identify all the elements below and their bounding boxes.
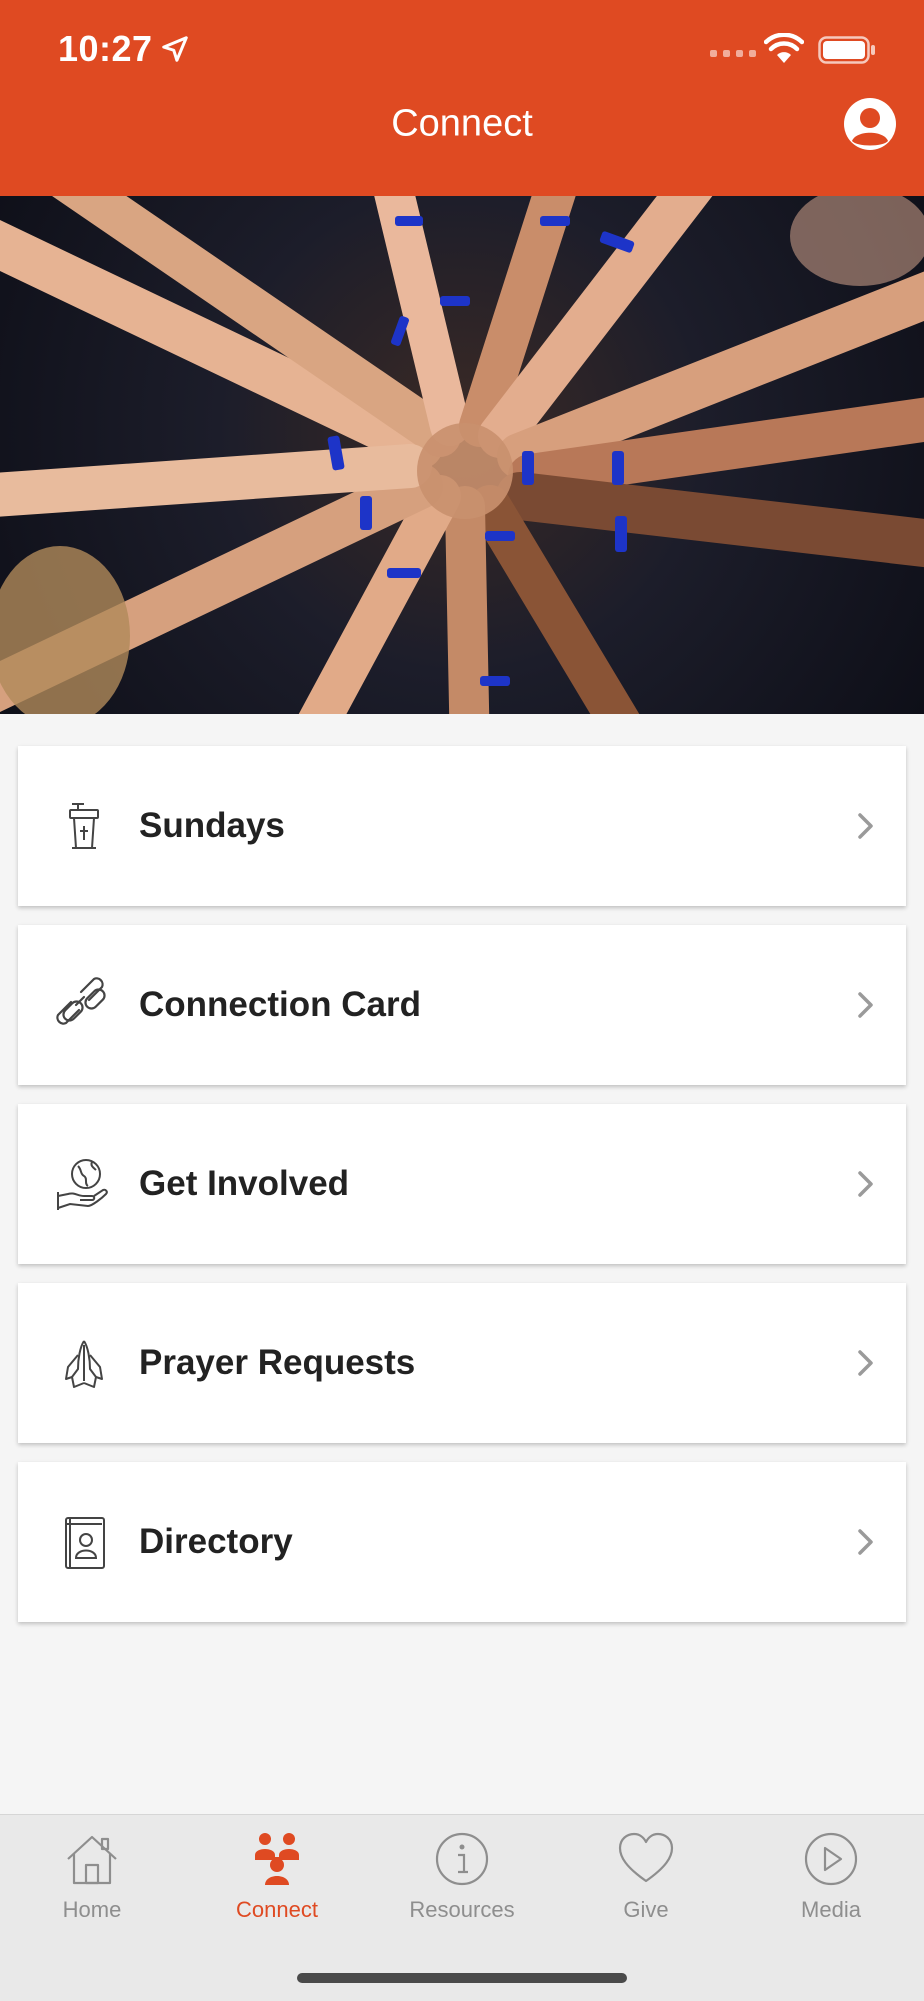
chevron-right-icon	[858, 813, 873, 839]
tab-label: Connect	[236, 1897, 318, 1922]
chevron-right-icon	[858, 1171, 873, 1197]
location-arrow-icon	[162, 36, 188, 62]
menu-item-label: Prayer Requests	[139, 1343, 416, 1382]
contact-book-icon	[65, 1517, 105, 1569]
chevron-right-icon	[858, 1350, 873, 1376]
tab-label: Home	[62, 1897, 122, 1922]
connect-menu: Sundays Connection Card Get Involved Pra…	[18, 746, 906, 1641]
tab-home[interactable]: Home	[0, 1815, 184, 1935]
tab-label: Give	[623, 1897, 669, 1922]
home-indicator[interactable]	[297, 1973, 627, 1983]
chevron-right-icon	[858, 992, 873, 1018]
cellular-signal-icon	[710, 50, 756, 57]
people-icon	[255, 1833, 299, 1885]
hands-together-illustration	[0, 196, 924, 714]
menu-item-get-involved[interactable]: Get Involved	[18, 1104, 906, 1264]
globe-hand-icon	[57, 1159, 108, 1210]
tab-label: Resources	[409, 1897, 515, 1922]
tab-give[interactable]: Give	[554, 1815, 738, 1935]
tab-label: Media	[801, 1897, 861, 1922]
info-icon	[435, 1832, 489, 1886]
tab-connect[interactable]: Connect	[185, 1815, 369, 1935]
wifi-icon	[764, 33, 804, 63]
link-icon	[56, 977, 106, 1025]
home-icon	[67, 1835, 117, 1885]
menu-item-label: Directory	[139, 1522, 293, 1561]
menu-item-label: Connection Card	[139, 985, 421, 1024]
hero-image	[0, 196, 924, 714]
menu-item-sundays[interactable]: Sundays	[18, 746, 906, 906]
menu-item-prayer-requests[interactable]: Prayer Requests	[18, 1283, 906, 1443]
status-time: 10:27	[58, 28, 153, 69]
pulpit-icon	[69, 803, 99, 849]
heart-icon	[618, 1832, 674, 1883]
praying-hands-icon	[65, 1340, 103, 1388]
menu-item-label: Get Involved	[139, 1164, 350, 1203]
menu-item-connection-card[interactable]: Connection Card	[18, 925, 906, 1085]
play-icon	[804, 1832, 858, 1886]
chevron-right-icon	[858, 1529, 873, 1555]
page-title: Connect	[391, 102, 533, 145]
top-bar: 10:27 Connect	[0, 0, 924, 196]
tab-resources[interactable]: Resources	[370, 1815, 554, 1935]
menu-item-label: Sundays	[139, 806, 285, 845]
battery-icon	[818, 36, 875, 64]
tab-media[interactable]: Media	[739, 1815, 923, 1935]
menu-item-directory[interactable]: Directory	[18, 1462, 906, 1622]
profile-icon[interactable]	[843, 97, 897, 151]
